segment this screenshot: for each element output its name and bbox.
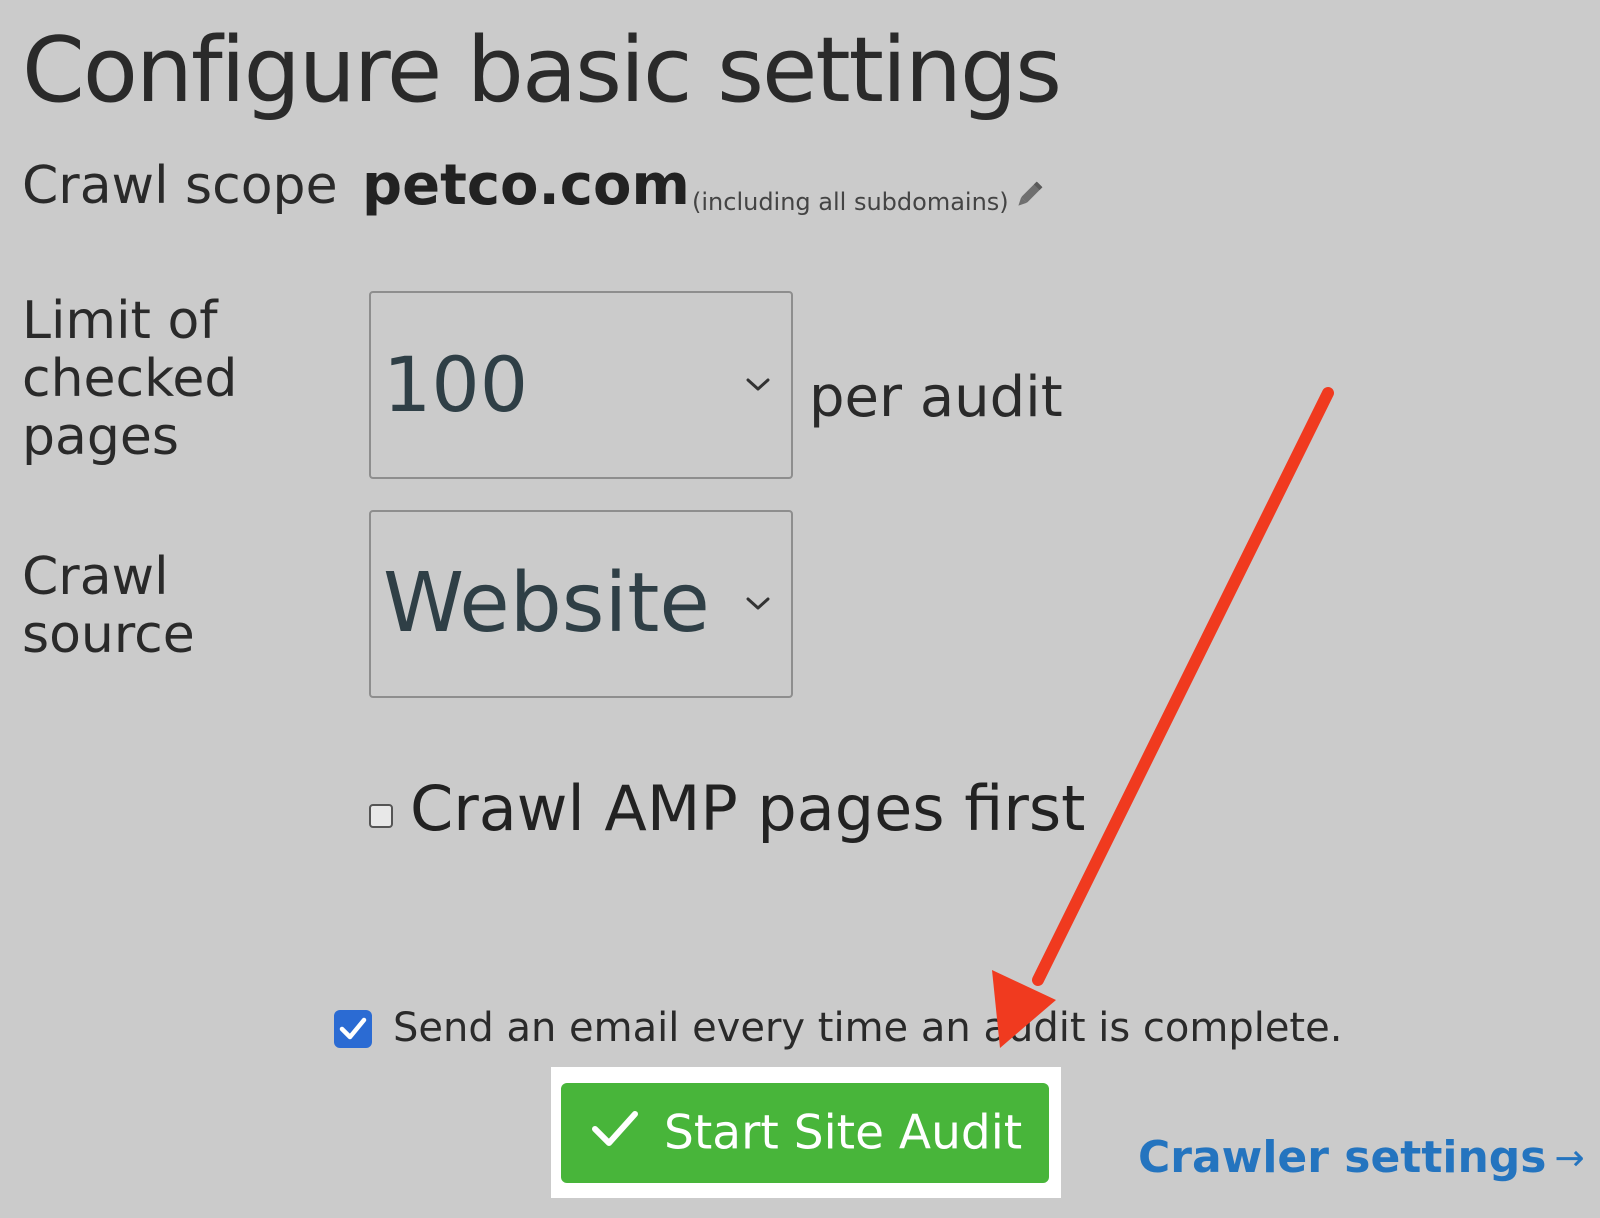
limit-select-value: 100 — [383, 340, 529, 429]
crawl-source-label: Crawl source — [22, 547, 195, 665]
crawl-amp-label: Crawl AMP pages first — [410, 772, 1086, 845]
start-site-audit-label: Start Site Audit — [664, 1105, 1023, 1161]
email-notification-checkbox[interactable] — [334, 1010, 372, 1048]
checkmark-icon — [592, 1111, 638, 1146]
crawl-scope-label: Crawl scope — [22, 156, 338, 216]
crawl-source-select[interactable]: Website — [369, 510, 793, 698]
arrow-right-icon: → — [1554, 1138, 1585, 1179]
per-audit-label: per audit — [809, 365, 1063, 430]
start-site-audit-button[interactable]: Start Site Audit — [561, 1083, 1049, 1183]
limit-label: Limit of checked pages — [22, 291, 238, 467]
limit-select[interactable]: 100 — [369, 291, 793, 479]
crawl-scope-domain: petco.com — [362, 153, 690, 218]
chevron-down-icon — [746, 378, 770, 391]
crawl-amp-checkbox[interactable] — [369, 804, 393, 828]
crawler-settings-label: Crawler settings — [1138, 1132, 1547, 1183]
crawl-source-select-value: Website — [383, 556, 710, 651]
email-notification-label: Send an email every time an audit is com… — [393, 1005, 1343, 1051]
checkmark-icon — [339, 1017, 367, 1040]
pencil-icon[interactable] — [1012, 178, 1046, 212]
crawler-settings-link[interactable]: Crawler settings → — [1138, 1136, 1585, 1180]
crawl-scope-note: (including all subdomains) — [692, 188, 1009, 216]
chevron-down-icon — [746, 597, 770, 610]
page-title: Configure basic settings — [22, 18, 1062, 123]
